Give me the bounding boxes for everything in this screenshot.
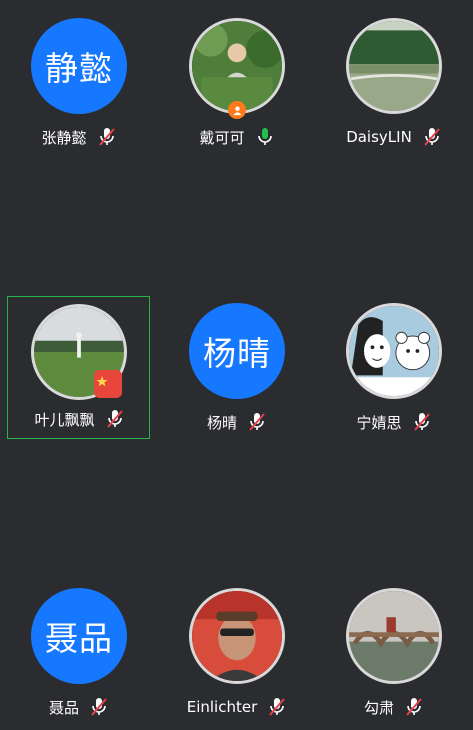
- participant-tile[interactable]: 戴可可: [158, 0, 316, 160]
- participant-name: 宁婧思: [356, 413, 402, 432]
- participant-tile[interactable]: DaisyLIN: [315, 0, 473, 160]
- avatar: [346, 18, 442, 114]
- mic-muted-icon[interactable]: [97, 126, 117, 148]
- mic-muted-icon[interactable]: [89, 696, 109, 718]
- participant-label: 张静懿: [0, 126, 158, 148]
- mic-muted-icon[interactable]: [247, 411, 267, 433]
- participant-label: DaisyLIN: [315, 126, 473, 148]
- participant-name: 戴可可: [199, 128, 245, 147]
- participant-name: DaisyLIN: [346, 128, 412, 146]
- participant-tile[interactable]: Einlichter: [158, 570, 316, 730]
- mic-muted-icon[interactable]: [404, 696, 424, 718]
- avatar: [189, 18, 285, 114]
- participant-name: 聂品: [48, 698, 79, 717]
- participant-label: Einlichter: [158, 696, 316, 718]
- participant-tile[interactable]: 静懿 张静懿: [0, 0, 158, 160]
- mic-muted-icon[interactable]: [105, 408, 125, 430]
- participant-label: 杨晴: [158, 411, 316, 433]
- participant-tile[interactable]: 杨晴 杨晴: [158, 285, 316, 445]
- participant-label: 戴可可: [158, 126, 316, 148]
- participant-tile-selected[interactable]: 叶儿飘飘: [7, 296, 150, 439]
- participant-label: 叶儿飘飘: [8, 408, 151, 430]
- participant-tile[interactable]: 勾肃: [315, 570, 473, 730]
- participant-name: 张静懿: [41, 128, 87, 147]
- participant-name: 勾肃: [363, 698, 394, 717]
- avatar: 杨晴: [189, 303, 285, 399]
- host-badge-icon: [228, 101, 246, 119]
- mic-active-icon[interactable]: [255, 126, 275, 148]
- participant-label: 聂品: [0, 696, 158, 718]
- participant-name: 叶儿飘飘: [34, 410, 95, 429]
- mic-muted-icon[interactable]: [422, 126, 442, 148]
- participant-tile[interactable]: 聂品 聂品: [0, 570, 158, 730]
- participant-label: 宁婧思: [315, 411, 473, 433]
- avatar: [346, 588, 442, 684]
- avatar: [346, 303, 442, 399]
- avatar: 聂品: [31, 588, 127, 684]
- participant-label: 勾肃: [315, 696, 473, 718]
- mic-muted-icon[interactable]: [267, 696, 287, 718]
- avatar: 静懿: [31, 18, 127, 114]
- flag-badge-icon: [94, 370, 122, 398]
- participant-name: 杨晴: [206, 413, 237, 432]
- participant-name: Einlichter: [186, 698, 258, 716]
- avatar: [189, 588, 285, 684]
- mic-muted-icon[interactable]: [412, 411, 432, 433]
- participant-tile[interactable]: 宁婧思: [315, 285, 473, 445]
